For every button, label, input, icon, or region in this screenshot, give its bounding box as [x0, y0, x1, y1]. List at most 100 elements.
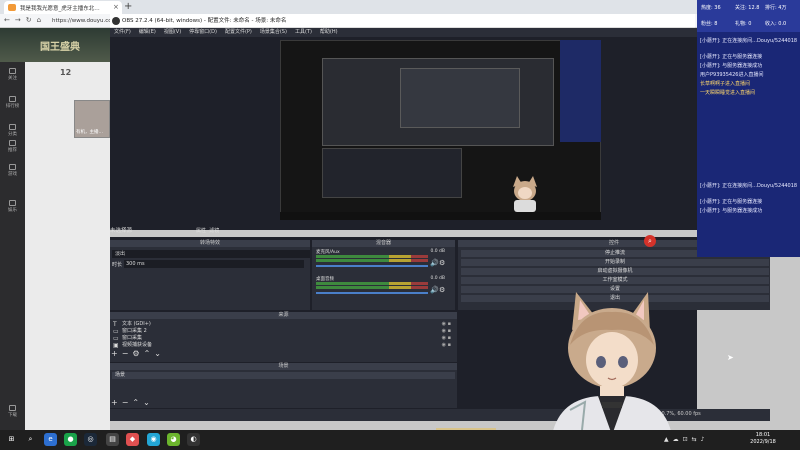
- level-meter: [316, 282, 428, 285]
- rail-item-recommend[interactable]: 推荐: [0, 140, 25, 153]
- level-meter: [316, 286, 428, 289]
- menu-scene-collection[interactable]: 场景集合(S): [260, 29, 287, 35]
- virtual-camera-button[interactable]: 启动虚拟摄像机: [461, 268, 769, 275]
- url-field[interactable]: https://www.douyu.com: [52, 16, 112, 26]
- menu-tools[interactable]: 工具(T): [295, 29, 312, 35]
- source-item[interactable]: ▭ 窗口采集 ◉ ▪: [112, 335, 455, 342]
- rail-item-rank[interactable]: 排行榜: [0, 96, 25, 109]
- speaker-icon[interactable]: 🔊: [430, 286, 439, 294]
- clock-time: 18:01: [755, 432, 771, 438]
- clock-date: 2022/9/18: [750, 439, 776, 445]
- eye-lock-icon[interactable]: ◉ ▪: [442, 342, 451, 349]
- camera-icon: ▣: [113, 342, 119, 349]
- browser-tab[interactable]: 我是我我光愿意_虎牙主播东北…: [4, 1, 122, 14]
- source-item[interactable]: ▭ 窗口采集 2 ◉ ▪: [112, 328, 455, 335]
- eye-lock-icon[interactable]: ◉ ▪: [442, 321, 451, 328]
- rank-icon: [9, 96, 16, 102]
- app-icon[interactable]: ●: [64, 433, 77, 446]
- mixer-channel-db: 0.0 dB: [430, 276, 445, 281]
- feed-card-label: 有机，主播…: [76, 130, 103, 135]
- vtuber-avatar: [552, 292, 672, 435]
- windows-icon[interactable]: ⊞: [5, 433, 18, 446]
- obs-menu-bar: 文件(F) 编辑(E) 视图(V) 停靠窗口(D) 配置文件(P) 场景集合(S) 工具(T…: [110, 28, 697, 37]
- transition-select[interactable]: 淡出: [112, 250, 310, 258]
- gear-icon[interactable]: ⚙: [439, 286, 445, 294]
- banner-text: 国王盛典: [40, 42, 80, 53]
- steam-icon[interactable]: ◎: [84, 433, 97, 446]
- chat-line: 一天瞬瞬睡觉进入直播间: [700, 90, 756, 96]
- chrome-icon[interactable]: ◕: [167, 433, 180, 446]
- feed-count: 12: [60, 68, 72, 77]
- rail-item-download[interactable]: 下载: [0, 405, 25, 418]
- volume-slider[interactable]: [316, 265, 428, 267]
- douyu-favicon-icon: [8, 4, 16, 11]
- preview-avatar: [513, 176, 537, 212]
- source-item[interactable]: ▣ 视频捕获设备 ◉ ▪: [112, 342, 455, 349]
- chat-line: [小蘑开]: 与服务器连接成功: [700, 63, 763, 69]
- obs-title-bar: OBS 27.2.4 (64-bit, windows) - 配置文件: 未命名…: [110, 14, 695, 28]
- scenes-dock: 场景: [110, 363, 457, 408]
- heart-icon: [9, 68, 16, 74]
- mouse-cursor: ➤: [727, 353, 734, 362]
- scenes-header: 场景: [110, 363, 457, 370]
- menu-help[interactable]: 帮助(H): [320, 29, 338, 35]
- file-explorer-icon[interactable]: ▤: [106, 433, 119, 446]
- menu-file[interactable]: 文件(F): [114, 29, 131, 35]
- search-icon[interactable]: ⌕: [644, 235, 656, 247]
- stat-hot: 热度: 36: [701, 5, 721, 11]
- search-icon[interactable]: ⌕: [24, 433, 37, 446]
- level-meter: [316, 259, 428, 262]
- rail-item-games[interactable]: 游戏: [0, 164, 25, 177]
- chat-line: 用户P93935426进入直播间: [700, 72, 764, 78]
- sources-toolbar[interactable]: +−⚙⌃⌄: [111, 349, 165, 358]
- menu-profile[interactable]: 配置文件(P): [225, 29, 252, 35]
- speaker-icon[interactable]: 🔊: [430, 259, 439, 267]
- rail-item-category[interactable]: 分类: [0, 124, 25, 137]
- transitions-header: 转场特效: [110, 240, 310, 247]
- preview-chat-overlay: [560, 40, 601, 142]
- volume-slider[interactable]: [316, 292, 428, 294]
- chat-line: [小蘑开]: 正在与服务器连接: [700, 54, 763, 60]
- preview-taskbar: [280, 212, 601, 220]
- obs-icon[interactable]: ◐: [187, 433, 200, 446]
- stat-gift: 礼物: 0: [735, 21, 752, 27]
- nav-buttons[interactable]: ←→↻⌂: [4, 16, 46, 24]
- start-recording-button[interactable]: 开始录制: [461, 259, 769, 266]
- browser-tab-title: 我是我我光愿意_虎牙主播东北…: [20, 6, 100, 12]
- stat-income: 收入: 0.0: [765, 21, 787, 27]
- game-icon[interactable]: ◆: [126, 433, 139, 446]
- edge-icon[interactable]: e: [44, 433, 57, 446]
- system-tray[interactable]: ▲☁⊡⇆♪: [664, 436, 709, 443]
- eye-lock-icon[interactable]: ◉ ▪: [442, 335, 451, 342]
- obs-logo-icon: [112, 17, 120, 25]
- rail-item-entertainment[interactable]: 娱乐: [0, 200, 25, 213]
- gear-icon[interactable]: ⚙: [439, 259, 445, 267]
- properties-button[interactable]: 属性: [196, 228, 206, 234]
- category-icon: [9, 124, 16, 130]
- menu-edit[interactable]: 编辑(E): [139, 29, 156, 35]
- chat-app-icon[interactable]: ◉: [147, 433, 160, 446]
- source-item[interactable]: T 文本 (GDI+) ◉ ▪: [112, 321, 455, 328]
- plus-icon[interactable]: +: [124, 1, 132, 12]
- clock[interactable]: 18:01 2022/9/18: [748, 432, 778, 446]
- chat-line: [小蘑开]: 与服务器连接成功: [700, 208, 763, 214]
- duration-field[interactable]: 300 ms: [124, 260, 304, 268]
- filters-button[interactable]: 滤镜: [209, 228, 219, 234]
- menu-docks[interactable]: 停靠窗口(D): [189, 29, 217, 35]
- scene-item[interactable]: 场景: [112, 372, 455, 379]
- music-icon: [9, 200, 16, 206]
- eye-lock-icon[interactable]: ◉ ▪: [442, 328, 451, 335]
- download-icon: [9, 405, 16, 411]
- window-icon: ▭: [113, 328, 119, 335]
- mixer-header: 混音器: [312, 240, 455, 247]
- page-banner: 国王盛典: [0, 28, 110, 62]
- tab-close-icon[interactable]: ×: [113, 3, 119, 11]
- mixer-channel-desktop: 桌面音频 0.0 dB 🔊 ⚙: [316, 276, 453, 300]
- menu-view[interactable]: 视图(V): [164, 29, 181, 35]
- preview-nested-window-2: [400, 68, 520, 128]
- studio-mode-button[interactable]: 工作室模式: [461, 277, 769, 284]
- rail-item-follow[interactable]: 关注: [0, 68, 25, 81]
- scenes-toolbar[interactable]: +−⌃⌄: [111, 398, 154, 407]
- level-meter: [316, 255, 428, 258]
- text-icon: T: [113, 321, 117, 328]
